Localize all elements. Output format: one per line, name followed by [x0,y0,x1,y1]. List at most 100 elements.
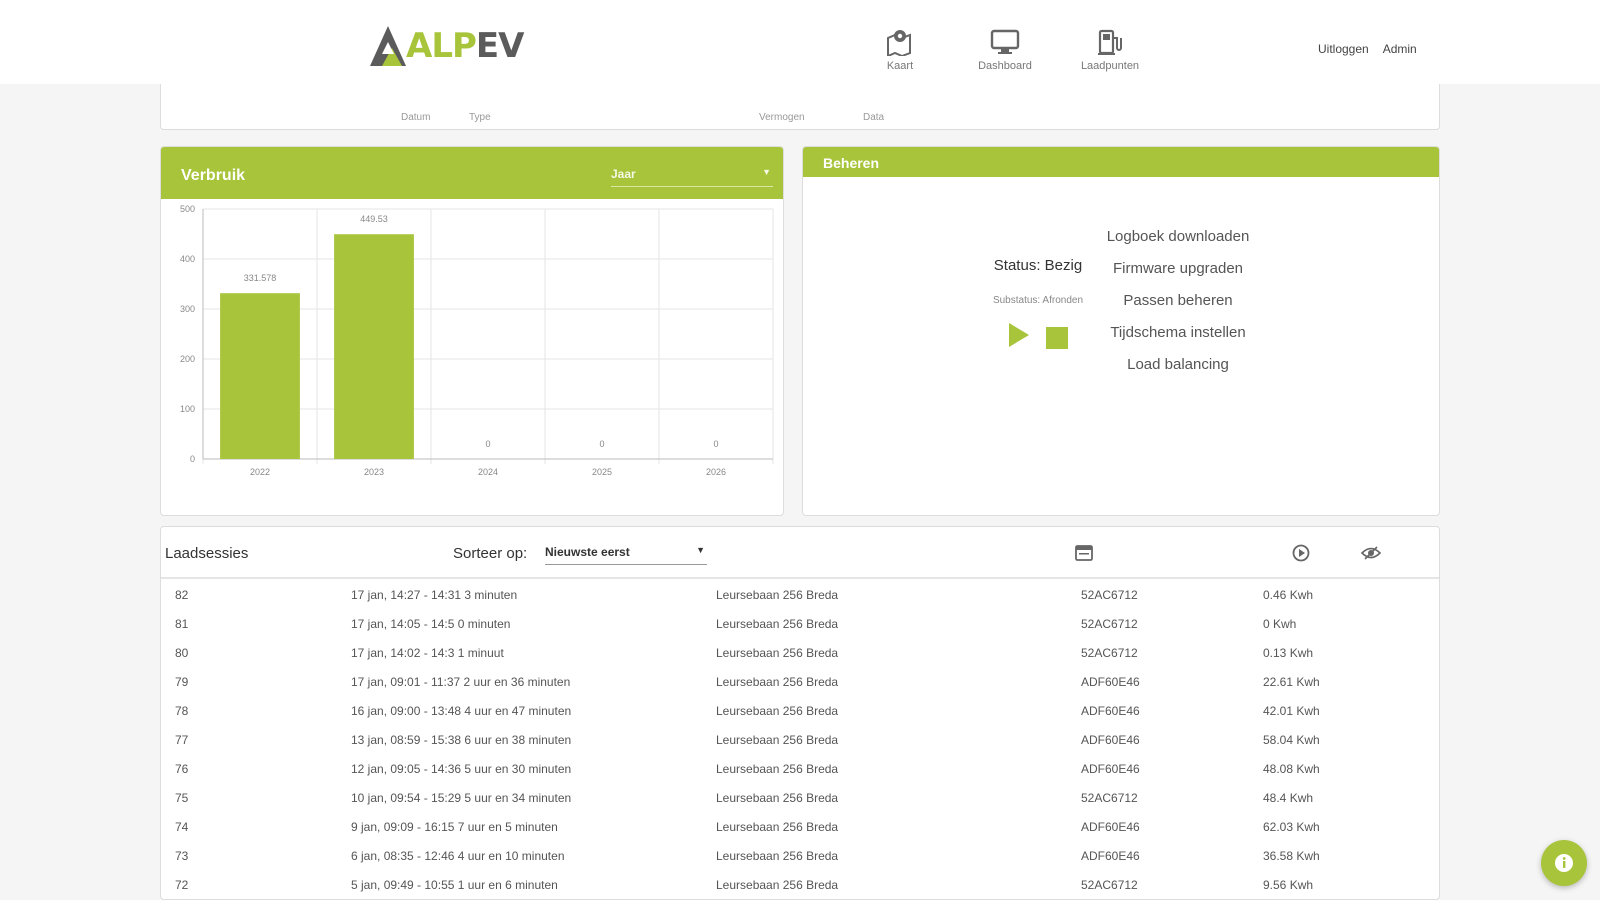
session-id: 79 [175,675,189,689]
chart-data-label: 0 [485,439,490,449]
visibility-icon[interactable] [1361,543,1381,563]
logo-ev: EV [475,26,525,66]
chart-y-tick-label: 200 [180,354,195,364]
laadsessies-list: 82 17 jan, 14:27 - 14:31 3 minuten Leurseb… [161,581,1439,899]
nav-kaart[interactable]: Kaart [860,28,940,72]
sort-label: Sorteer op: [453,545,528,562]
nav-laadpunten-label: Laadpunten [1080,60,1140,72]
menu-firmware-upgraden[interactable]: Firmware upgraden [1083,253,1273,285]
session-address: Leursebaan 256 Breda [716,675,839,689]
chart-y-tick-label: 400 [180,254,195,264]
verbruik-card: Verbruik Jaar ▼ 0 100 200 300 400 500 331.578 2… [160,146,784,516]
chart-y-tick-label: 0 [190,454,195,464]
session-time: 9 jan, 09:09 - 16:15 7 uur en 5 minuten [351,820,558,834]
session-card: 52AC6712 [1081,878,1138,892]
verbruik-chart: 0 100 200 300 400 500 331.578 2022 449.53 2023 0 20… [180,204,774,477]
session-time: 16 jan, 09:00 - 13:48 4 uur en 47 minute… [351,704,572,718]
chart-x-tick-label: 2025 [592,467,612,477]
chart-x-tick-label: 2026 [706,467,726,477]
session-row[interactable]: 75 10 jan, 09:54 - 15:29 5 uur en 34 minu… [161,784,1439,813]
session-card: ADF60E46 [1081,820,1140,834]
menu-tijdschema-instellen[interactable]: Tijdschema instellen [1083,317,1273,349]
session-row[interactable]: 78 16 jan, 09:00 - 13:48 4 uur en 47 minu… [161,697,1439,726]
session-time: 6 jan, 08:35 - 12:46 4 uur en 10 minuten [351,849,565,863]
nav-dashboard-label: Dashboard [978,60,1032,72]
chart-data-label: 0 [599,439,604,449]
chevron-down-icon: ▼ [696,545,705,555]
menu-logboek-downloaden[interactable]: Logboek downloaden [1083,221,1273,253]
session-energy: 48.08 Kwh [1263,762,1320,776]
session-row[interactable]: 77 13 jan, 08:59 - 15:38 6 uur en 38 minu… [161,726,1439,755]
session-time: 10 jan, 09:54 - 15:29 5 uur en 34 minute… [351,791,572,805]
download-icon[interactable] [1291,543,1311,563]
laadsessies-header: Laadsessies Sorteer op: Nieuwste eerst ▼ [161,527,1439,579]
beheren-header: Beheren [803,147,1439,177]
session-row[interactable]: 82 17 jan, 14:27 - 14:31 3 minuten Leurseb… [161,581,1439,610]
logout-link[interactable]: Uitloggen [1318,42,1369,56]
menu-load-balancing[interactable]: Load balancing [1083,349,1273,381]
session-row[interactable]: 81 17 jan, 14:05 - 14:5 0 minuten Leurseba… [161,610,1439,639]
chart-bar[interactable] [220,293,300,459]
session-address: Leursebaan 256 Breda [716,849,839,863]
session-address: Leursebaan 256 Breda [716,820,839,834]
beheren-menu: Logboek downloaden Firmware upgraden Pas… [1083,221,1273,381]
nav-dashboard[interactable]: Dashboard [965,28,1045,72]
logo-mountain-icon [368,24,408,66]
session-card: 52AC6712 [1081,646,1138,660]
session-card: 52AC6712 [1081,617,1138,631]
verbruik-title: Verbruik [181,167,246,184]
session-address: Leursebaan 256 Breda [716,646,839,660]
chevron-down-icon: ▼ [762,167,771,177]
chart-x-tick-label: 2022 [250,467,270,477]
menu-passen-beheren[interactable]: Passen beheren [1083,285,1273,317]
session-energy: 36.58 Kwh [1263,849,1320,863]
laadsessies-title: Laadsessies [165,545,249,562]
session-card: ADF60E46 [1081,675,1140,689]
session-id: 82 [175,588,189,602]
session-card: ADF60E46 [1081,849,1140,863]
session-row[interactable]: 76 12 jan, 09:05 - 14:36 5 uur en 30 minu… [161,755,1439,784]
filter-label-vermogen: Vermogen [759,112,805,123]
chart-bar[interactable] [334,234,414,459]
session-row[interactable]: 72 5 jan, 09:49 - 10:55 1 uur en 6 minute… [161,871,1439,899]
map-icon [887,30,911,56]
play-icon[interactable] [1009,323,1029,347]
user-link[interactable]: Admin [1383,42,1417,56]
session-address: Leursebaan 256 Breda [716,791,839,805]
session-id: 76 [175,762,189,776]
alpev-logo[interactable]: ALPEV [368,20,525,66]
chart-x-tick-label: 2024 [478,467,498,477]
session-card: ADF60E46 [1081,762,1140,776]
session-card: ADF60E46 [1081,704,1140,718]
session-row[interactable]: 73 6 jan, 08:35 - 12:46 4 uur en 10 minut… [161,842,1439,871]
session-id: 72 [175,878,189,892]
chart-y-tick-label: 100 [180,404,195,414]
session-card: 52AC6712 [1081,588,1138,602]
session-row[interactable]: 80 17 jan, 14:02 - 14:3 1 minuut Leursebaa… [161,639,1439,668]
sort-select[interactable]: Nieuwste eerst ▼ [545,541,707,565]
session-time: 12 jan, 09:05 - 14:36 5 uur en 30 minute… [351,762,572,776]
session-row[interactable]: 74 9 jan, 09:09 - 16:15 7 uur en 5 minute… [161,813,1439,842]
session-id: 78 [175,704,189,718]
stop-icon[interactable] [1046,327,1068,349]
session-energy: 0.46 Kwh [1263,588,1314,602]
session-card: ADF60E46 [1081,733,1140,747]
calendar-icon[interactable] [1074,543,1094,563]
chart-y-tick-label: 300 [180,304,195,314]
nav-kaart-label: Kaart [886,60,914,72]
session-address: Leursebaan 256 Breda [716,704,839,718]
session-id: 80 [175,646,189,660]
top-links: Uitloggen Admin [1318,42,1417,56]
session-energy: 42.01 Kwh [1263,704,1320,718]
session-energy: 22.61 Kwh [1263,675,1320,689]
nav-laadpunten[interactable]: Laadpunten [1070,28,1150,72]
session-id: 77 [175,733,189,747]
session-id: 81 [175,617,189,631]
help-button[interactable] [1541,840,1587,886]
filter-label-data: Data [863,112,885,123]
period-select[interactable]: Jaar ▼ [611,165,773,187]
monitor-icon [990,29,1020,54]
session-time: 5 jan, 09:49 - 10:55 1 uur en 6 minuten [351,878,558,892]
session-energy: 0.13 Kwh [1263,646,1314,660]
session-row[interactable]: 79 17 jan, 09:01 - 11:37 2 uur en 36 minu… [161,668,1439,697]
